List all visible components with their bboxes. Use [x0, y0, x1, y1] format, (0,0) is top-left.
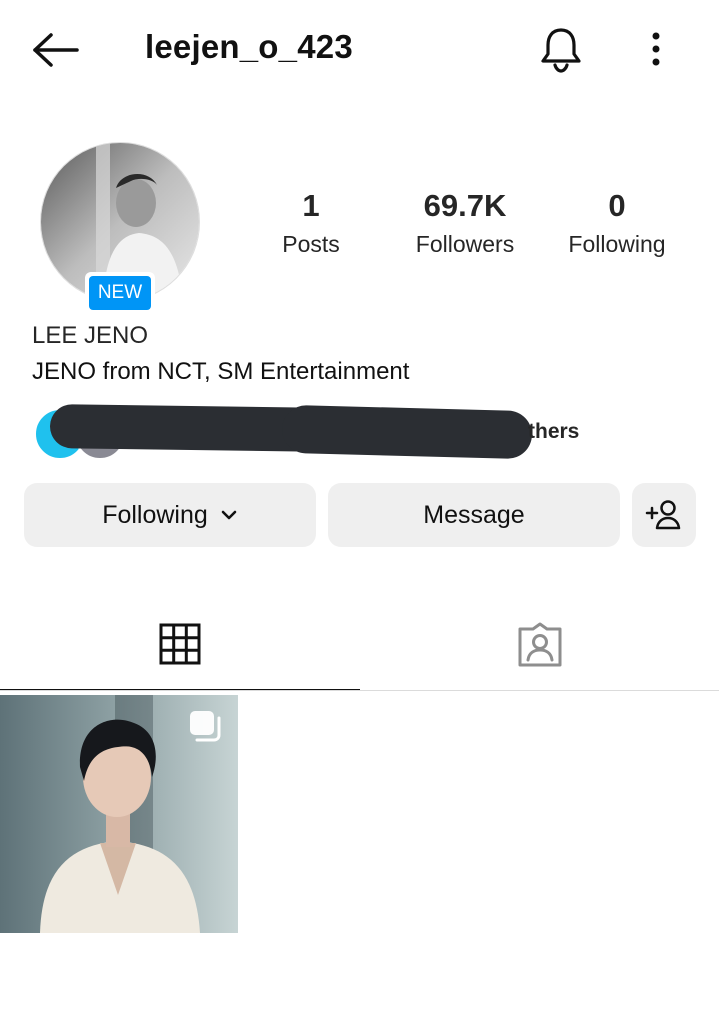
- followed-by-text: thers: [528, 420, 580, 443]
- message-button-label: Message: [423, 500, 525, 529]
- back-button[interactable]: [30, 30, 82, 70]
- followers-stat[interactable]: 69.7K Followers: [404, 188, 526, 258]
- chevron-down-icon: [221, 510, 237, 520]
- message-button[interactable]: Message: [328, 483, 620, 547]
- following-stat[interactable]: 0 Following: [558, 188, 676, 258]
- post-thumbnail[interactable]: [0, 695, 238, 933]
- followers-label: Followers: [415, 231, 515, 257]
- profile-username: leejen_o_423: [145, 28, 353, 65]
- followed-by-row[interactable]: thers: [32, 402, 652, 462]
- following-count: 0: [608, 188, 626, 223]
- multiple-posts-icon: [190, 711, 221, 742]
- new-badge-label: NEW: [89, 276, 151, 310]
- followers-count: 69.7K: [423, 188, 507, 223]
- posts-stat[interactable]: 1 Posts: [270, 188, 352, 258]
- tab-tagged[interactable]: [360, 600, 719, 690]
- suggested-users-button[interactable]: [632, 483, 696, 547]
- more-vertical-icon: [652, 32, 660, 66]
- profile-full-name: LEE JENO: [32, 322, 149, 349]
- tab-divider: [0, 690, 719, 691]
- grid-icon: [159, 623, 201, 665]
- arrow-left-icon: [33, 33, 79, 67]
- add-user-icon: [645, 500, 681, 530]
- more-options-button[interactable]: [640, 28, 672, 72]
- tagged-person-icon: [518, 622, 562, 667]
- posts-count: 1: [302, 188, 320, 223]
- following-label: Following: [568, 231, 666, 257]
- following-button-label: Following: [102, 500, 208, 529]
- notifications-button[interactable]: [536, 24, 586, 74]
- new-story-badge: NEW: [85, 272, 155, 314]
- posts-label: Posts: [282, 231, 340, 257]
- profile-bio: JENO from NCT, SM Entertainment: [32, 358, 410, 385]
- tab-posts-grid[interactable]: [0, 600, 360, 691]
- top-bar: leejen_o_423: [0, 0, 719, 100]
- bell-icon: [541, 28, 581, 73]
- following-button[interactable]: Following: [24, 483, 316, 547]
- redaction-mark: [281, 404, 533, 460]
